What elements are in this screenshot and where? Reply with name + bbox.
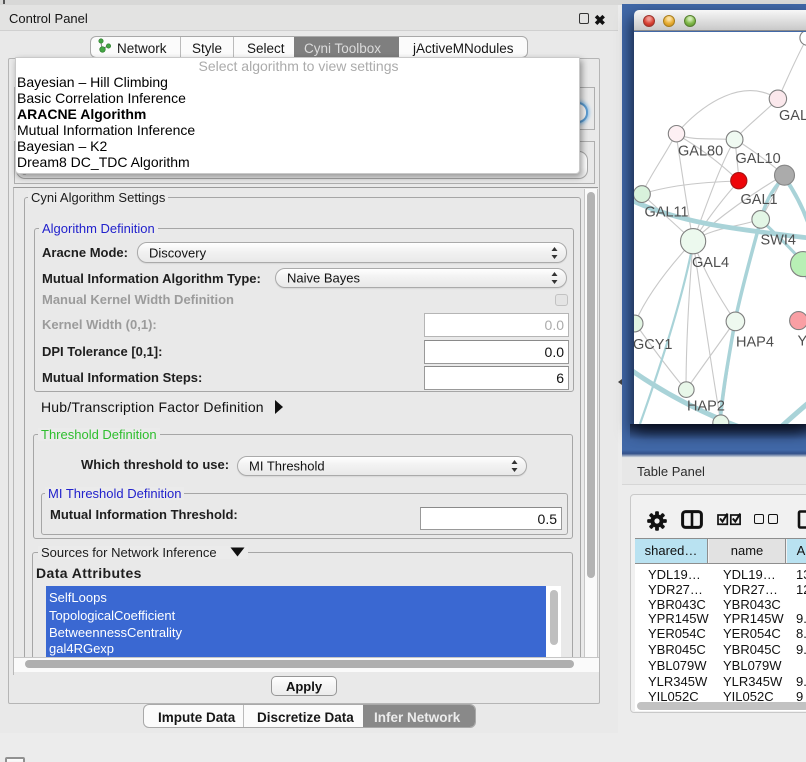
svg-text:GAL11: GAL11: [645, 205, 689, 221]
svg-text:GAL1: GAL1: [741, 192, 778, 208]
svg-text:HAP4: HAP4: [736, 335, 774, 351]
svg-text:HAP2: HAP2: [687, 399, 725, 415]
svg-text:GCY1: GCY1: [634, 337, 673, 353]
svg-text:SWI4: SWI4: [761, 233, 796, 249]
svg-text:Y: Y: [798, 334, 806, 350]
svg-text:GAL: GAL: [779, 108, 806, 124]
svg-text:GAL10: GAL10: [736, 151, 781, 167]
svg-text:GAL80: GAL80: [678, 144, 723, 160]
svg-text:GAL4: GAL4: [692, 255, 729, 271]
